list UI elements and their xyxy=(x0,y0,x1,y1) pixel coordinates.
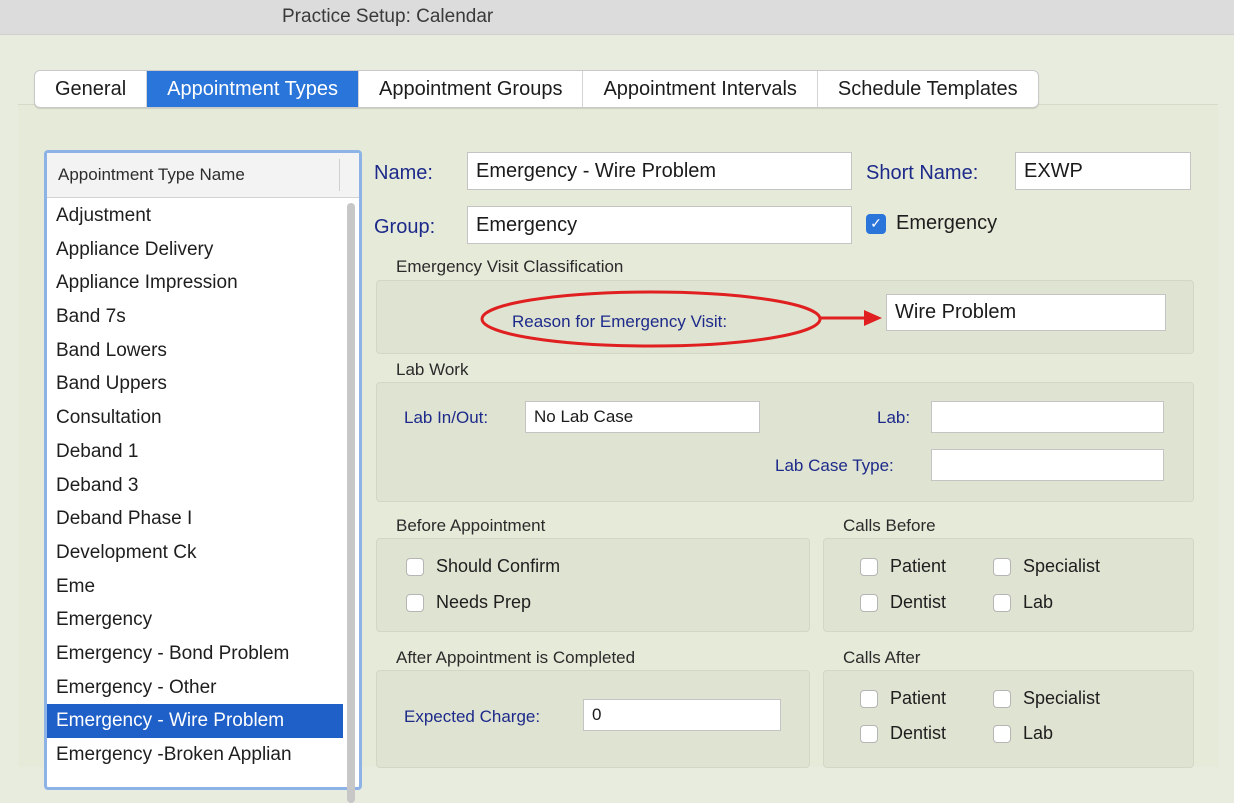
group-field[interactable]: Emergency xyxy=(467,206,852,244)
emergency-section-title: Emergency Visit Classification xyxy=(396,257,624,276)
checkbox-box xyxy=(993,689,1011,708)
calls-before-dentist-label: Dentist xyxy=(890,592,947,612)
calls-after-specialist-checkbox[interactable]: Specialist xyxy=(993,688,1100,709)
emergency-checkbox[interactable]: ✓ Emergency xyxy=(866,212,997,235)
calls-after-lab-checkbox[interactable]: Lab xyxy=(993,723,1053,744)
calls-before-lab-label: Lab xyxy=(1023,592,1054,612)
before-section-title: Before Appointment xyxy=(396,516,546,535)
list-item[interactable]: Adjustment xyxy=(47,199,343,233)
appointment-type-list[interactable]: Appointment Type Name Adjustment Applian… xyxy=(44,150,362,803)
checkbox-box xyxy=(860,557,878,576)
list-item[interactable]: Emergency - Other xyxy=(47,671,343,705)
reason-label: Reason for Emergency Visit: xyxy=(512,312,728,331)
should-confirm-label: Should Confirm xyxy=(436,556,561,576)
calls-after-patient-label: Patient xyxy=(890,688,947,708)
lab-field[interactable] xyxy=(931,401,1164,433)
checkmark-icon: ✓ xyxy=(866,213,886,234)
lab-panel xyxy=(376,382,1194,502)
column-divider xyxy=(339,159,340,191)
lab-case-type-field[interactable] xyxy=(931,449,1164,481)
list-column-header[interactable]: Appointment Type Name xyxy=(47,153,359,198)
calls-after-dentist-label: Dentist xyxy=(890,723,947,743)
checkbox-box xyxy=(860,593,878,612)
lab-in-out-field[interactable]: No Lab Case xyxy=(525,401,760,433)
list-items: Adjustment Appliance Delivery Appliance … xyxy=(47,199,343,772)
calls-before-specialist-checkbox[interactable]: Specialist xyxy=(993,556,1100,577)
expected-charge-label: Expected Charge: xyxy=(404,707,541,726)
calls-before-dentist-checkbox[interactable]: Dentist xyxy=(860,592,946,613)
needs-prep-checkbox[interactable]: Needs Prep xyxy=(406,592,531,613)
reason-field[interactable]: Wire Problem xyxy=(886,294,1166,331)
list-item[interactable]: Emergency -Broken Applian xyxy=(47,738,343,772)
tab-bar: General Appointment Types Appointment Gr… xyxy=(34,70,1039,108)
name-label: Name: xyxy=(374,162,433,184)
calls-before-title: Calls Before xyxy=(843,516,936,535)
calls-before-patient-checkbox[interactable]: Patient xyxy=(860,556,946,577)
calls-before-lab-checkbox[interactable]: Lab xyxy=(993,592,1053,613)
calls-after-patient-checkbox[interactable]: Patient xyxy=(860,688,946,709)
list-item[interactable]: Eme xyxy=(47,570,343,604)
checkbox-box xyxy=(860,724,878,743)
list-item[interactable]: Band Lowers xyxy=(47,334,343,368)
checkbox-box xyxy=(993,593,1011,612)
calls-after-specialist-label: Specialist xyxy=(1023,688,1101,708)
expected-charge-field[interactable]: 0 xyxy=(583,699,781,731)
calls-after-panel xyxy=(823,670,1194,768)
list-item[interactable]: Deband 1 xyxy=(47,435,343,469)
checkbox-box xyxy=(993,724,1011,743)
tab-appointment-groups[interactable]: Appointment Groups xyxy=(359,71,584,107)
calls-after-title: Calls After xyxy=(843,648,921,667)
should-confirm-checkbox[interactable]: Should Confirm xyxy=(406,556,560,577)
list-item[interactable]: Emergency - Bond Problem xyxy=(47,637,343,671)
emergency-checkbox-label: Emergency xyxy=(896,212,998,234)
lab-label: Lab: xyxy=(877,408,911,427)
calls-after-dentist-checkbox[interactable]: Dentist xyxy=(860,723,946,744)
list-header-label: Appointment Type Name xyxy=(58,165,245,184)
list-item[interactable]: Consultation xyxy=(47,401,343,435)
short-name-field[interactable]: EXWP xyxy=(1015,152,1191,190)
lab-case-type-label: Lab Case Type: xyxy=(775,456,894,475)
tab-general[interactable]: General xyxy=(35,71,148,107)
tab-appointment-types[interactable]: Appointment Types xyxy=(147,71,360,107)
after-section-title: After Appointment is Completed xyxy=(396,648,636,667)
list-item[interactable]: Emergency xyxy=(47,603,343,637)
checkbox-box xyxy=(406,593,424,612)
lab-section-title: Lab Work xyxy=(396,360,469,379)
list-item[interactable]: Appliance Delivery xyxy=(47,233,343,267)
list-item[interactable]: Development Ck xyxy=(47,536,343,570)
title-bar: Practice Setup: Calendar xyxy=(0,0,1234,35)
calls-before-panel xyxy=(823,538,1194,632)
list-item[interactable]: Deband 3 xyxy=(47,469,343,503)
window-title: Practice Setup: Calendar xyxy=(282,6,494,27)
checkbox-box xyxy=(406,557,424,576)
list-item[interactable]: Appliance Impression xyxy=(47,266,343,300)
list-item[interactable]: Band Uppers xyxy=(47,367,343,401)
calls-after-lab-label: Lab xyxy=(1023,723,1054,743)
short-name-label: Short Name: xyxy=(866,162,979,184)
before-panel xyxy=(376,538,810,632)
list-scrollbar[interactable] xyxy=(347,203,355,803)
lab-in-out-label: Lab In/Out: xyxy=(404,408,489,427)
name-field[interactable]: Emergency - Wire Problem xyxy=(467,152,852,190)
list-item[interactable]: Deband Phase I xyxy=(47,502,343,536)
list-item-selected[interactable]: Emergency - Wire Problem xyxy=(47,704,343,738)
tab-schedule-templates[interactable]: Schedule Templates xyxy=(818,71,1038,107)
checkbox-box xyxy=(860,689,878,708)
needs-prep-label: Needs Prep xyxy=(436,592,532,612)
tab-appointment-intervals[interactable]: Appointment Intervals xyxy=(583,71,818,107)
group-label: Group: xyxy=(374,216,436,238)
checkbox-box xyxy=(993,557,1011,576)
calls-before-patient-label: Patient xyxy=(890,556,947,576)
calls-before-specialist-label: Specialist xyxy=(1023,556,1101,576)
list-item[interactable]: Band 7s xyxy=(47,300,343,334)
